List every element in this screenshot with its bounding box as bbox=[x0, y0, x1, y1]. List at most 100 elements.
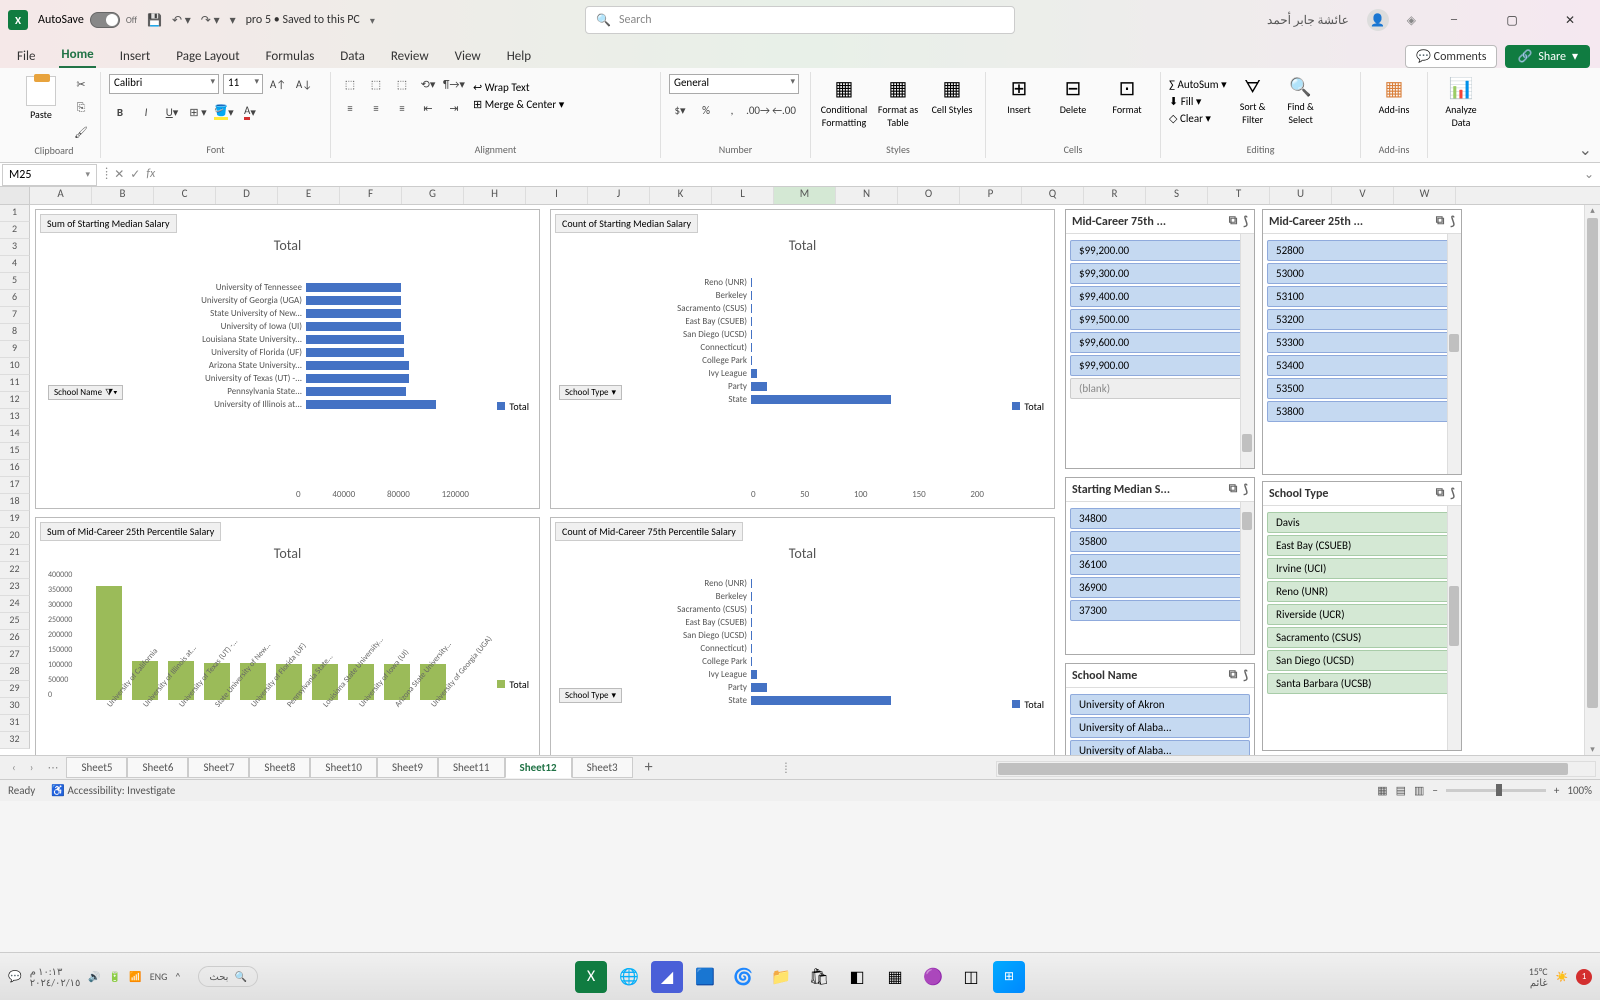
sheet-more-icon[interactable]: ⋯ bbox=[41, 761, 64, 774]
dec-decimal-icon[interactable]: ←.00 bbox=[773, 100, 795, 120]
name-box[interactable]: M25▾ bbox=[2, 164, 97, 186]
row-header[interactable]: 22 bbox=[0, 562, 30, 579]
slicer-item[interactable]: 53100 bbox=[1267, 286, 1457, 307]
slicer-item[interactable]: 36100 bbox=[1070, 554, 1250, 575]
bold-icon[interactable]: B bbox=[109, 102, 131, 122]
taskbar-search[interactable]: بحث🔍 bbox=[198, 966, 258, 987]
sheet-next-icon[interactable]: › bbox=[24, 761, 40, 774]
taskbar-app-icon[interactable]: ◧ bbox=[841, 961, 873, 993]
clear-filter-icon[interactable]: ⟆ bbox=[1450, 486, 1455, 501]
username[interactable]: عائشة جابر أحمد bbox=[1267, 13, 1349, 28]
slicer-item[interactable]: Sacramento (CSUS) bbox=[1267, 627, 1457, 648]
row-header[interactable]: 9 bbox=[0, 341, 30, 358]
percent-icon[interactable]: % bbox=[695, 100, 717, 120]
zoom-slider[interactable] bbox=[1446, 789, 1546, 792]
slicer-item[interactable]: Davis bbox=[1267, 512, 1457, 533]
notification-badge[interactable]: 1 bbox=[1576, 969, 1592, 985]
save-icon[interactable]: 💾 bbox=[147, 13, 162, 28]
wifi-icon[interactable]: 📶 bbox=[129, 970, 141, 983]
slicer-item[interactable]: $99,400.00 bbox=[1070, 286, 1250, 307]
account-icon[interactable]: 👤 bbox=[1367, 9, 1389, 31]
sort-filter-button[interactable]: ᗊSort & Filter bbox=[1231, 74, 1275, 128]
diamond-icon[interactable]: ◈ bbox=[1407, 13, 1416, 28]
column-header[interactable]: H bbox=[464, 187, 526, 204]
column-header[interactable]: J bbox=[588, 187, 650, 204]
chart-sum-starting-salary[interactable]: Sum of Starting Median Salary Total Scho… bbox=[35, 209, 540, 509]
column-header[interactable]: I bbox=[526, 187, 588, 204]
chevron-up-icon[interactable]: ^ bbox=[175, 970, 180, 983]
format-painter-icon[interactable]: 🖌 bbox=[70, 122, 92, 142]
row-header[interactable]: 8 bbox=[0, 324, 30, 341]
number-format-combo[interactable]: General bbox=[669, 74, 799, 94]
row-header[interactable]: 1 bbox=[0, 205, 30, 222]
sheet-tab[interactable]: Sheet5 bbox=[66, 757, 127, 778]
autosum-button[interactable]: ∑ AutoSum ▾ bbox=[1169, 78, 1227, 91]
clear-button[interactable]: ◇ Clear ▾ bbox=[1169, 112, 1227, 125]
sheet-tab[interactable]: Sheet9 bbox=[377, 757, 438, 778]
slicer-item[interactable]: $99,200.00 bbox=[1070, 240, 1250, 261]
battery-icon[interactable]: 🔋 bbox=[109, 970, 121, 983]
slicer-item[interactable]: University of Alaba... bbox=[1070, 740, 1250, 755]
redo-icon[interactable]: ↷ ▾ bbox=[201, 13, 220, 28]
multiselect-icon[interactable]: ⧉ bbox=[1229, 668, 1238, 683]
slicer-midcareer-25th[interactable]: Mid-Career 25th ...⧉⟆ 528005300053100532… bbox=[1262, 209, 1462, 475]
row-header[interactable]: 26 bbox=[0, 630, 30, 647]
field-button-school-type[interactable]: School Type ▾ bbox=[559, 385, 622, 400]
currency-icon[interactable]: $▾ bbox=[669, 100, 691, 120]
chart-sum-midcareer-25th[interactable]: Sum of Mid-Career 25th Percentile Salary… bbox=[35, 517, 540, 755]
column-header[interactable]: K bbox=[650, 187, 712, 204]
clear-filter-icon[interactable]: ⟆ bbox=[1243, 482, 1248, 497]
worksheet-grid[interactable]: ABCDEFGHIJKLMNOPQRSTUVW 1234567891011121… bbox=[0, 187, 1600, 755]
find-select-button[interactable]: 🔍Find & Select bbox=[1279, 74, 1323, 128]
orientation-icon[interactable]: ⟲▾ bbox=[417, 74, 439, 94]
sheet-tab[interactable]: Sheet7 bbox=[188, 757, 249, 778]
slicer-item[interactable]: $99,500.00 bbox=[1070, 309, 1250, 330]
tab-home[interactable]: Home bbox=[59, 43, 95, 68]
search-box[interactable]: 🔍 Search bbox=[585, 6, 1015, 34]
column-header[interactable]: C bbox=[154, 187, 216, 204]
tab-help[interactable]: Help bbox=[505, 45, 533, 68]
column-header[interactable]: E bbox=[278, 187, 340, 204]
taskbar-app-icon[interactable]: ◢ bbox=[651, 961, 683, 993]
indent-inc-icon[interactable]: ⇥ bbox=[443, 98, 465, 118]
accessibility-status[interactable]: ♿ Accessibility: Investigate bbox=[51, 784, 175, 797]
shrink-font-icon[interactable]: A↓ bbox=[293, 74, 315, 94]
row-header[interactable]: 7 bbox=[0, 307, 30, 324]
addins-button[interactable]: ▦Add-ins bbox=[1369, 74, 1419, 118]
wrap-text-button[interactable]: ↩ Wrap Text bbox=[473, 81, 564, 94]
sheet-tab[interactable]: Sheet8 bbox=[249, 757, 310, 778]
horizontal-scrollbar[interactable] bbox=[996, 761, 1596, 777]
row-header[interactable]: 21 bbox=[0, 545, 30, 562]
clear-filter-icon[interactable]: ⟆ bbox=[1243, 214, 1248, 229]
taskbar-app-icon[interactable]: 🟦 bbox=[689, 961, 721, 993]
analyze-data-button[interactable]: 📊Analyze Data bbox=[1436, 74, 1486, 131]
sheet-tab[interactable]: Sheet3 bbox=[572, 757, 633, 778]
close-button[interactable]: ✕ bbox=[1550, 5, 1590, 35]
row-header[interactable]: 29 bbox=[0, 681, 30, 698]
row-header[interactable]: 23 bbox=[0, 579, 30, 596]
slicer-item[interactable]: 53200 bbox=[1267, 309, 1457, 330]
column-header[interactable]: L bbox=[712, 187, 774, 204]
column-header[interactable]: W bbox=[1394, 187, 1456, 204]
font-color-icon[interactable]: A ▾ bbox=[239, 102, 261, 122]
align-bottom-icon[interactable]: ⬚ bbox=[391, 74, 413, 94]
cancel-formula-icon[interactable]: ✕ bbox=[114, 167, 124, 182]
clear-filter-icon[interactable]: ⟆ bbox=[1243, 668, 1248, 683]
row-header[interactable]: 5 bbox=[0, 273, 30, 290]
fill-color-icon[interactable]: 🪣 ▾ bbox=[213, 102, 235, 122]
fill-button[interactable]: ⬇ Fill ▾ bbox=[1169, 95, 1227, 108]
taskbar-store-icon[interactable]: 🛍 bbox=[803, 961, 835, 993]
slicer-item[interactable]: 37300 bbox=[1070, 600, 1250, 621]
row-header[interactable]: 13 bbox=[0, 409, 30, 426]
slicer-item[interactable]: East Bay (CSUEB) bbox=[1267, 535, 1457, 556]
indent-dec-icon[interactable]: ⇤ bbox=[417, 98, 439, 118]
autosave-toggle[interactable]: AutoSave Off bbox=[38, 12, 137, 28]
row-header[interactable]: 10 bbox=[0, 358, 30, 375]
weather-icon[interactable]: ☀️ bbox=[1556, 970, 1568, 983]
slicer-item[interactable]: 53500 bbox=[1267, 378, 1457, 399]
zoom-in-icon[interactable]: + bbox=[1554, 784, 1559, 797]
row-header[interactable]: 32 bbox=[0, 732, 30, 749]
slicer-item[interactable]: University of Akron bbox=[1070, 694, 1250, 715]
cell-styles-button[interactable]: ▦Cell Styles bbox=[927, 74, 977, 118]
slicer-item[interactable]: 35800 bbox=[1070, 531, 1250, 552]
